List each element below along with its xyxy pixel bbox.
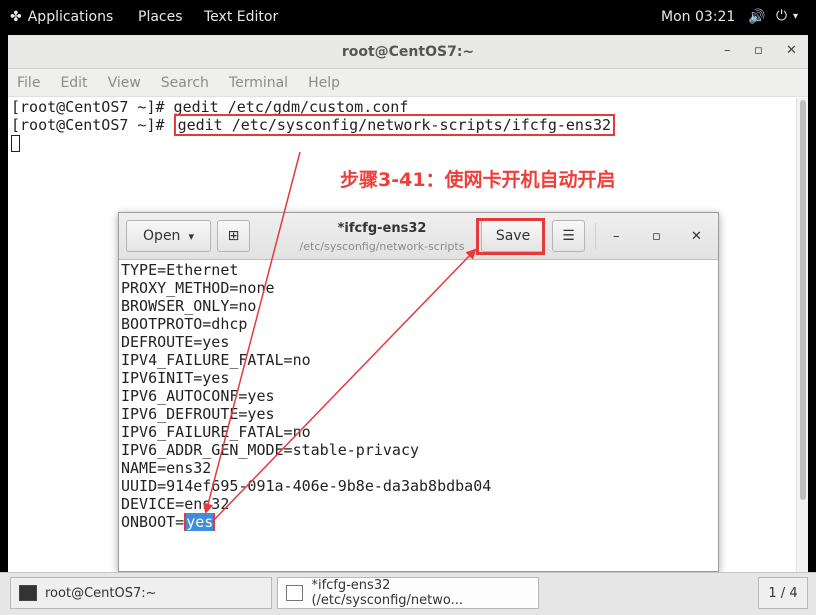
hamburger-menu-button[interactable]: ☰ [552,220,585,252]
gedit-headerbar: Open ▾ ⊞ *ifcfg-ens32 /etc/sysconfig/net… [119,213,718,260]
menu-edit[interactable]: Edit [60,75,87,91]
text-editor-menu[interactable]: Text Editor [204,9,278,25]
document-text-area[interactable]: TYPE=Ethernet PROXY_METHOD=none BROWSER_… [119,260,718,571]
gedit-maximize-icon[interactable]: ▫ [652,229,661,244]
new-tab-button[interactable]: ⊞ [217,220,250,252]
terminal-scroll-thumb[interactable] [800,100,806,500]
doc-line: IPV6_AUTOCONF=yes [121,387,275,405]
terminal-line [11,134,796,152]
open-label: Open [143,228,181,244]
selected-value: yes [186,513,214,531]
doc-line: NAME=ens32 [121,459,212,477]
terminal-line: [root@CentOS7 ~]# gedit /etc/sysconfig/n… [11,114,796,136]
gedit-close-icon[interactable]: ✕ [691,229,702,244]
terminal-title: root@CentOS7:~ [341,43,475,60]
applications-icon: ✤ [10,9,22,25]
onboot-value-highlight: yes [184,513,216,531]
onboot-key: ONBOOT= [121,513,185,531]
doc-line: TYPE=Ethernet [121,261,239,279]
terminal-cursor [11,135,20,152]
taskbar-terminal-label: root@CentOS7:~ [45,585,157,601]
doc-line: DEVICE=ens32 [121,495,230,513]
doc-line: BROWSER_ONLY=no [121,297,257,315]
doc-line: UUID=914ef695-091a-406e-9b8e-da3ab8bdba0… [121,477,492,495]
document-title: *ifcfg-ens32 [337,221,427,236]
document-path: /etc/sysconfig/network-scripts [299,240,465,253]
power-icon[interactable]: ⏻ [776,8,787,24]
volume-icon[interactable]: 🔊 [748,9,765,25]
top-bar: ✤ Applications Places Text Editor Mon 03… [0,0,816,35]
text-editor-icon [286,585,304,601]
menu-help[interactable]: Help [308,75,340,91]
doc-line: IPV6_ADDR_GEN_MODE=stable-privacy [121,441,420,459]
clock[interactable]: Mon 03:21 [661,9,735,25]
terminal-menubar: File Edit View Search Terminal Help [8,69,808,97]
header-separator [595,223,596,249]
terminal-icon [19,585,37,601]
workspace-pager[interactable]: 1 / 4 [758,577,808,609]
terminal-minimize-icon[interactable]: – [724,43,731,58]
taskbar-terminal[interactable]: root@CentOS7:~ [10,577,272,609]
taskbar-gedit-label: *ifcfg-ens32 (/etc/sysconfig/netwo... [311,578,464,608]
menu-view[interactable]: View [108,75,141,91]
highlighted-command: gedit /etc/sysconfig/network-scripts/ifc… [173,114,616,136]
doc-line: DEFROUTE=yes [121,333,230,351]
open-dropdown-icon: ▾ [188,229,194,243]
doc-line: PROXY_METHOD=none [121,279,275,297]
hamburger-icon: ☰ [562,228,575,244]
places-menu[interactable]: Places [138,9,183,25]
doc-line: IPV4_FAILURE_FATAL=no [121,351,311,369]
open-button[interactable]: Open ▾ [126,220,211,252]
terminal-close-icon[interactable]: ✕ [786,43,797,58]
save-highlight-box [476,218,545,255]
doc-line: IPV6_FAILURE_FATAL=no [121,423,311,441]
menu-search[interactable]: Search [161,75,209,91]
system-menu-caret-icon[interactable]: ▾ [793,11,798,22]
terminal-maximize-icon[interactable]: ▫ [754,43,763,58]
menu-file[interactable]: File [17,75,40,91]
gedit-minimize-icon[interactable]: – [613,229,620,244]
doc-line: IPV6INIT=yes [121,369,230,387]
applications-menu[interactable]: ✤ Applications [10,9,113,25]
taskbar-gedit[interactable]: *ifcfg-ens32 (/etc/sysconfig/netwo... [277,577,539,609]
menu-terminal[interactable]: Terminal [229,75,288,91]
annotation-text: 步骤3-41：使网卡开机自动开启 [340,169,616,191]
doc-line: IPV6_DEFROUTE=yes [121,405,275,423]
prompt: [root@CentOS7 ~]# [11,116,174,134]
doc-line: ONBOOT= yes [121,513,718,531]
taskbar: root@CentOS7:~ *ifcfg-ens32 (/etc/syscon… [0,572,816,615]
doc-line: BOOTPROTO=dhcp [121,315,248,333]
gedit-window: Open ▾ ⊞ *ifcfg-ens32 /etc/sysconfig/net… [118,212,719,572]
new-tab-icon: ⊞ [227,228,240,244]
terminal-titlebar: root@CentOS7:~ – ▫ ✕ [8,35,808,69]
applications-label: Applications [27,9,114,25]
